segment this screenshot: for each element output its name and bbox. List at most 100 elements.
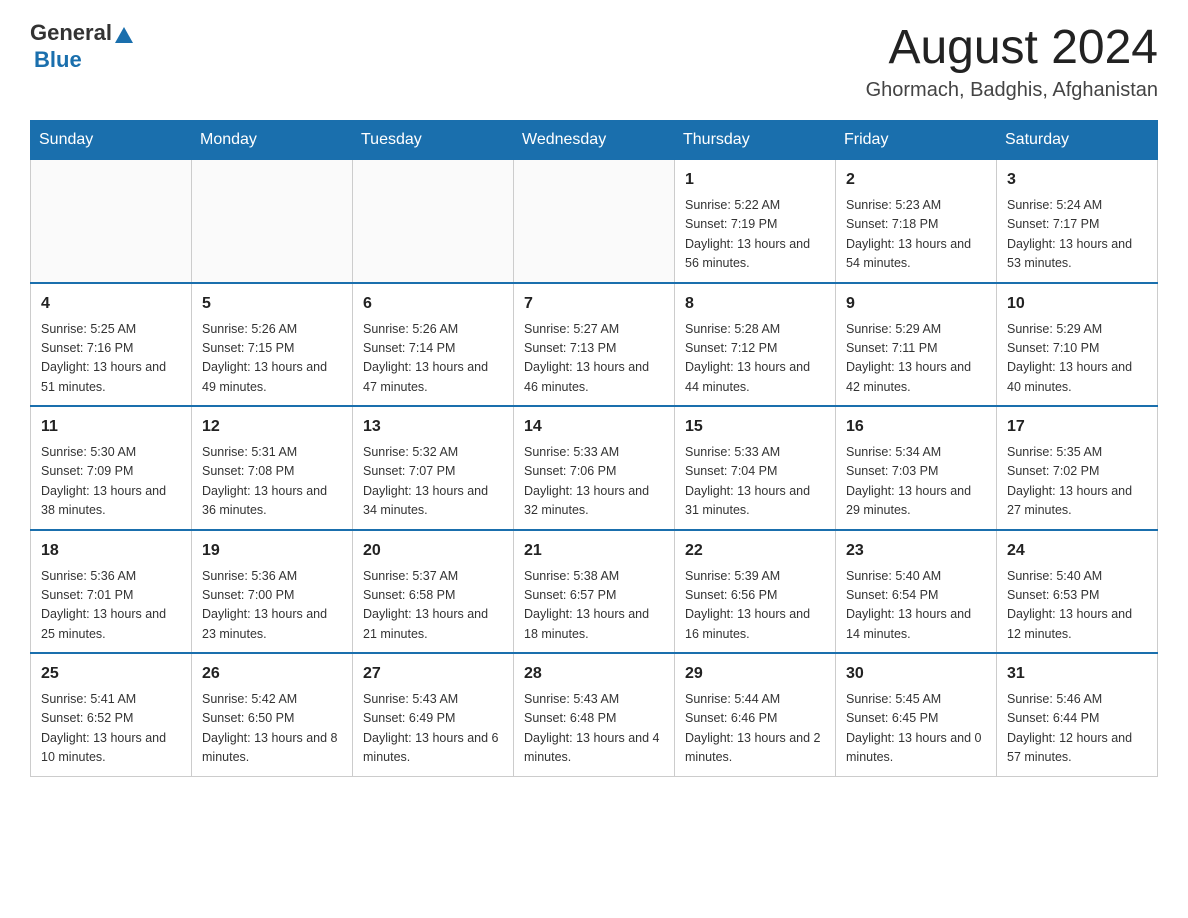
day-number: 29 [685,662,825,686]
calendar-cell: 14 Sunrise: 5:33 AM Sunset: 7:06 PM Dayli… [514,406,675,530]
header: General Blue August 2024 Ghormach, Badgh… [30,20,1158,102]
logo-blue: Blue [34,47,82,72]
day-number: 22 [685,539,825,563]
calendar-cell: 22 Sunrise: 5:39 AM Sunset: 6:56 PM Dayli… [675,530,836,654]
calendar-cell: 28Sunrise: 5:43 AM Sunset: 6:48 PM Dayli… [514,653,675,776]
calendar-cell: 12 Sunrise: 5:31 AM Sunset: 7:08 PM Dayli… [192,406,353,530]
day-header-friday: Friday [836,121,997,160]
calendar-cell: 18Sunrise: 5:36 AM Sunset: 7:01 PM Dayli… [31,530,192,654]
day-info: Sunrise: 5:42 AM Sunset: 6:50 PM Dayligh… [202,690,342,768]
calendar-cell: 11Sunrise: 5:30 AM Sunset: 7:09 PM Dayli… [31,406,192,530]
calendar-cell [192,160,353,283]
day-number: 26 [202,662,342,686]
day-number: 21 [524,539,664,563]
calendar-cell: 24 Sunrise: 5:40 AM Sunset: 6:53 PM Dayli… [997,530,1158,654]
calendar-cell: 3Sunrise: 5:24 AM Sunset: 7:17 PM Daylig… [997,160,1158,283]
week-row-2: 4 Sunrise: 5:25 AM Sunset: 7:16 PM Daylig… [31,283,1158,407]
day-number: 31 [1007,662,1147,686]
logo-icon [113,25,135,47]
day-number: 24 [1007,539,1147,563]
calendar-cell: 10 Sunrise: 5:29 AM Sunset: 7:10 PM Dayli… [997,283,1158,407]
day-info: Sunrise: 5:29 AM Sunset: 7:11 PM Dayligh… [846,320,986,398]
day-info: Sunrise: 5:44 AM Sunset: 6:46 PM Dayligh… [685,690,825,768]
day-info: Sunrise: 5:37 AM Sunset: 6:58 PM Dayligh… [363,567,503,645]
day-header-monday: Monday [192,121,353,160]
calendar-cell: 5Sunrise: 5:26 AM Sunset: 7:15 PM Daylig… [192,283,353,407]
week-row-4: 18Sunrise: 5:36 AM Sunset: 7:01 PM Dayli… [31,530,1158,654]
calendar-cell: 20 Sunrise: 5:37 AM Sunset: 6:58 PM Dayli… [353,530,514,654]
logo-text: General Blue [30,20,136,73]
day-info: Sunrise: 5:43 AM Sunset: 6:49 PM Dayligh… [363,690,503,768]
day-info: Sunrise: 5:33 AM Sunset: 7:04 PM Dayligh… [685,443,825,521]
day-number: 9 [846,292,986,316]
calendar-cell: 26 Sunrise: 5:42 AM Sunset: 6:50 PM Dayli… [192,653,353,776]
day-info: Sunrise: 5:40 AM Sunset: 6:54 PM Dayligh… [846,567,986,645]
day-number: 20 [363,539,503,563]
calendar-cell: 6Sunrise: 5:26 AM Sunset: 7:14 PM Daylig… [353,283,514,407]
day-number: 30 [846,662,986,686]
day-number: 8 [685,292,825,316]
day-info: Sunrise: 5:33 AM Sunset: 7:06 PM Dayligh… [524,443,664,521]
day-number: 27 [363,662,503,686]
day-number: 1 [685,168,825,192]
month-title: August 2024 [866,20,1158,75]
day-info: Sunrise: 5:27 AM Sunset: 7:13 PM Dayligh… [524,320,664,398]
days-header-row: SundayMondayTuesdayWednesdayThursdayFrid… [31,121,1158,160]
day-info: Sunrise: 5:25 AM Sunset: 7:16 PM Dayligh… [41,320,181,398]
calendar-cell: 30Sunrise: 5:45 AM Sunset: 6:45 PM Dayli… [836,653,997,776]
day-number: 12 [202,415,342,439]
day-info: Sunrise: 5:39 AM Sunset: 6:56 PM Dayligh… [685,567,825,645]
calendar-cell [31,160,192,283]
calendar-cell [514,160,675,283]
day-info: Sunrise: 5:32 AM Sunset: 7:07 PM Dayligh… [363,443,503,521]
location-title: Ghormach, Badghis, Afghanistan [866,79,1158,102]
calendar-cell: 17 Sunrise: 5:35 AM Sunset: 7:02 PM Dayli… [997,406,1158,530]
day-number: 4 [41,292,181,316]
day-info: Sunrise: 5:29 AM Sunset: 7:10 PM Dayligh… [1007,320,1147,398]
calendar-cell: 4 Sunrise: 5:25 AM Sunset: 7:16 PM Daylig… [31,283,192,407]
day-header-sunday: Sunday [31,121,192,160]
calendar-cell: 7Sunrise: 5:27 AM Sunset: 7:13 PM Daylig… [514,283,675,407]
day-info: Sunrise: 5:40 AM Sunset: 6:53 PM Dayligh… [1007,567,1147,645]
logo-general: General [30,20,112,45]
day-number: 5 [202,292,342,316]
day-info: Sunrise: 5:41 AM Sunset: 6:52 PM Dayligh… [41,690,181,768]
calendar-cell: 16Sunrise: 5:34 AM Sunset: 7:03 PM Dayli… [836,406,997,530]
day-info: Sunrise: 5:46 AM Sunset: 6:44 PM Dayligh… [1007,690,1147,768]
calendar-cell: 23 Sunrise: 5:40 AM Sunset: 6:54 PM Dayli… [836,530,997,654]
day-header-tuesday: Tuesday [353,121,514,160]
day-number: 13 [363,415,503,439]
day-number: 23 [846,539,986,563]
day-info: Sunrise: 5:28 AM Sunset: 7:12 PM Dayligh… [685,320,825,398]
day-info: Sunrise: 5:23 AM Sunset: 7:18 PM Dayligh… [846,196,986,274]
calendar-cell: 15 Sunrise: 5:33 AM Sunset: 7:04 PM Dayli… [675,406,836,530]
day-number: 10 [1007,292,1147,316]
week-row-5: 25 Sunrise: 5:41 AM Sunset: 6:52 PM Dayli… [31,653,1158,776]
calendar-cell: 9 Sunrise: 5:29 AM Sunset: 7:11 PM Daylig… [836,283,997,407]
day-number: 15 [685,415,825,439]
day-number: 14 [524,415,664,439]
calendar-table: SundayMondayTuesdayWednesdayThursdayFrid… [30,120,1158,777]
day-info: Sunrise: 5:30 AM Sunset: 7:09 PM Dayligh… [41,443,181,521]
day-info: Sunrise: 5:35 AM Sunset: 7:02 PM Dayligh… [1007,443,1147,521]
day-number: 6 [363,292,503,316]
day-header-saturday: Saturday [997,121,1158,160]
calendar-cell: 25 Sunrise: 5:41 AM Sunset: 6:52 PM Dayli… [31,653,192,776]
calendar-cell: 31 Sunrise: 5:46 AM Sunset: 6:44 PM Dayli… [997,653,1158,776]
day-number: 2 [846,168,986,192]
day-info: Sunrise: 5:36 AM Sunset: 7:01 PM Dayligh… [41,567,181,645]
day-info: Sunrise: 5:34 AM Sunset: 7:03 PM Dayligh… [846,443,986,521]
week-row-3: 11Sunrise: 5:30 AM Sunset: 7:09 PM Dayli… [31,406,1158,530]
day-header-thursday: Thursday [675,121,836,160]
day-info: Sunrise: 5:22 AM Sunset: 7:19 PM Dayligh… [685,196,825,274]
day-info: Sunrise: 5:43 AM Sunset: 6:48 PM Dayligh… [524,690,664,768]
day-info: Sunrise: 5:31 AM Sunset: 7:08 PM Dayligh… [202,443,342,521]
day-number: 17 [1007,415,1147,439]
day-info: Sunrise: 5:24 AM Sunset: 7:17 PM Dayligh… [1007,196,1147,274]
logo: General Blue [30,20,136,73]
calendar-cell: 19Sunrise: 5:36 AM Sunset: 7:00 PM Dayli… [192,530,353,654]
week-row-1: 1 Sunrise: 5:22 AM Sunset: 7:19 PM Daylig… [31,160,1158,283]
day-number: 25 [41,662,181,686]
calendar-cell: 2 Sunrise: 5:23 AM Sunset: 7:18 PM Daylig… [836,160,997,283]
day-info: Sunrise: 5:38 AM Sunset: 6:57 PM Dayligh… [524,567,664,645]
